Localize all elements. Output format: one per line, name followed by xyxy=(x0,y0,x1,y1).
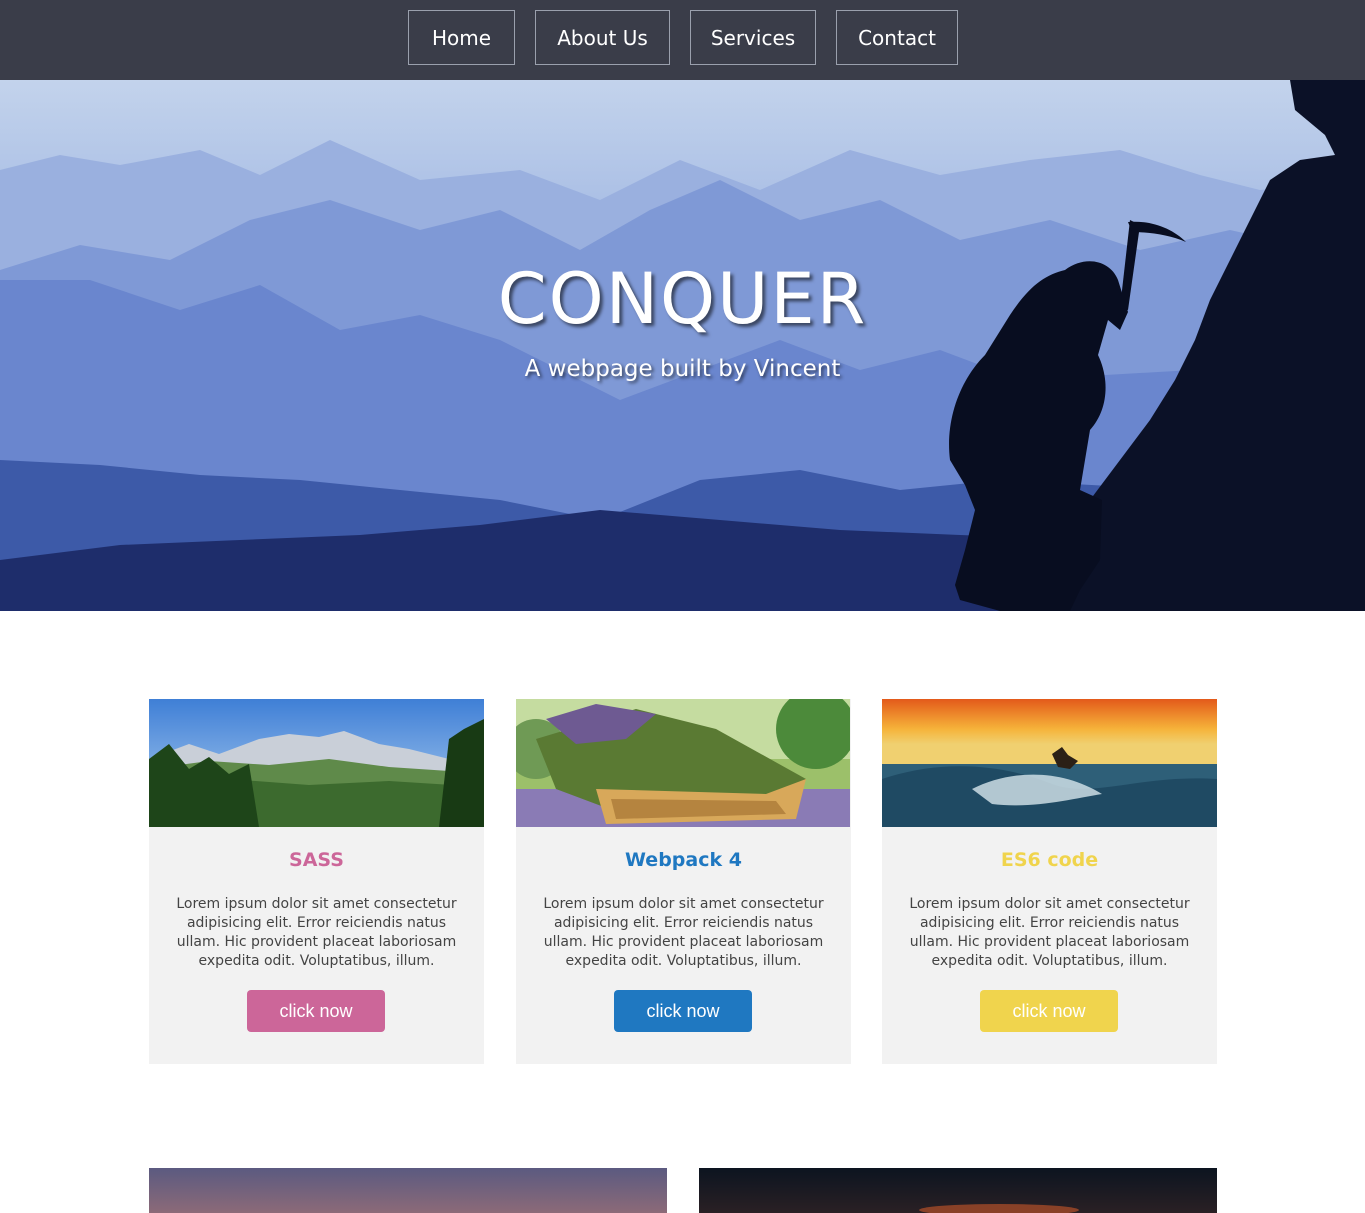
click-now-button[interactable]: click now xyxy=(247,990,385,1032)
hero-title: CONQUER xyxy=(497,258,868,340)
card-sass: SASS Lorem ipsum dolor sit amet consecte… xyxy=(149,699,484,1064)
click-now-button[interactable]: click now xyxy=(614,990,752,1032)
card-title: SASS xyxy=(289,849,344,871)
card-description: Lorem ipsum dolor sit amet consectetur a… xyxy=(176,896,457,969)
nav-contact-button[interactable]: Contact xyxy=(836,10,958,65)
hero-subtitle: A webpage built by Vincent xyxy=(524,356,841,382)
card-description: Lorem ipsum dolor sit amet consectetur a… xyxy=(543,896,824,969)
card-title: ES6 code xyxy=(1000,849,1099,871)
bottom-right-image xyxy=(699,1168,1217,1213)
card-title: Webpack 4 xyxy=(625,849,742,871)
card-description: Lorem ipsum dolor sit amet consectetur a… xyxy=(909,896,1190,969)
card-mountain-image xyxy=(149,699,484,827)
nav-home-button[interactable]: Home xyxy=(408,10,515,65)
click-now-button[interactable]: click now xyxy=(980,990,1118,1032)
nav-services-button[interactable]: Services xyxy=(690,10,816,65)
card-lavender-image xyxy=(516,699,851,827)
card-es6: ES6 code Lorem ipsum dolor sit amet cons… xyxy=(882,699,1217,1064)
bottom-left-image xyxy=(149,1168,667,1213)
nav-about-us-button[interactable]: About Us xyxy=(535,10,670,65)
card-webpack: Webpack 4 Lorem ipsum dolor sit amet con… xyxy=(516,699,851,1064)
hero-banner: CONQUER A webpage built by Vincent xyxy=(0,80,1365,611)
top-navbar: Home About Us Services Contact xyxy=(0,0,1365,80)
hero-mountain-climber-image xyxy=(0,80,1365,611)
card-surfer-image xyxy=(882,699,1217,827)
